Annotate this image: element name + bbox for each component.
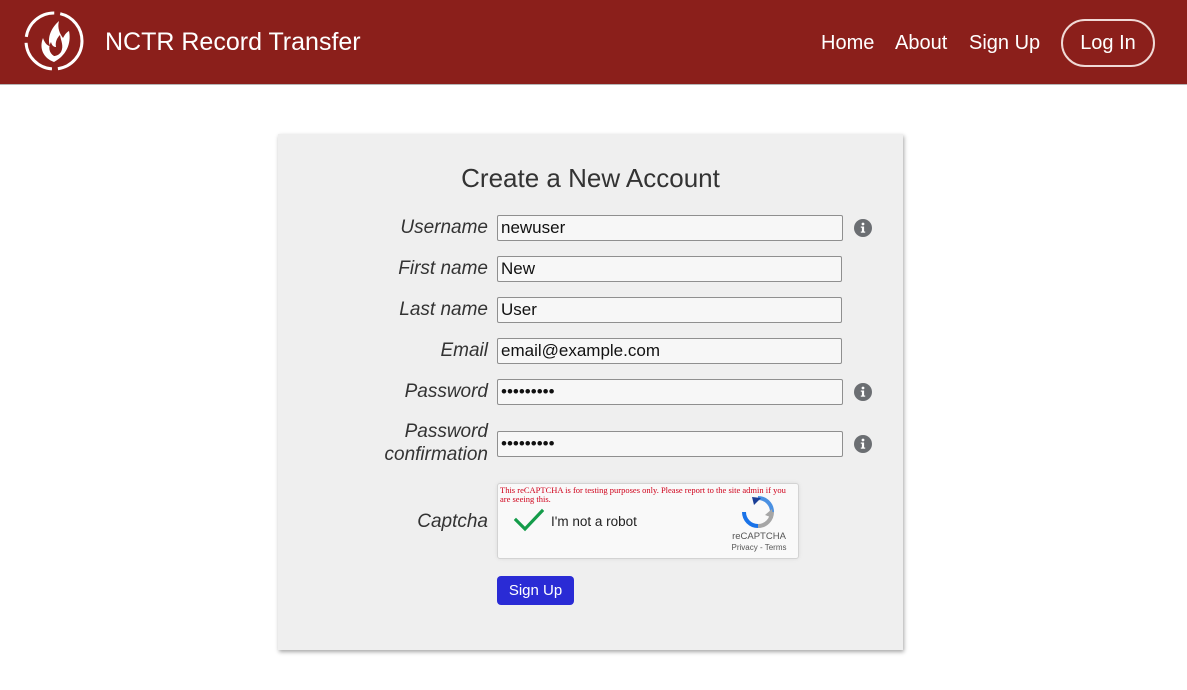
nav-home-link[interactable]: Home bbox=[821, 30, 874, 56]
captcha-label: Captcha bbox=[417, 511, 488, 532]
password-input[interactable] bbox=[497, 379, 843, 405]
recaptcha-links[interactable]: Privacy - Terms bbox=[724, 543, 794, 552]
password-confirmation-label-line1: Password bbox=[404, 421, 488, 442]
password-confirmation-label-line2: confirmation bbox=[384, 444, 489, 465]
username-label: Username bbox=[400, 217, 488, 238]
last-name-label: Last name bbox=[399, 299, 488, 320]
info-icon[interactable] bbox=[854, 219, 872, 237]
nav-about-link[interactable]: About bbox=[895, 30, 947, 56]
info-icon[interactable] bbox=[854, 435, 872, 453]
log-in-button[interactable]: Log In bbox=[1061, 19, 1155, 67]
recaptcha-brand: reCAPTCHA bbox=[732, 531, 786, 542]
checkmark-icon[interactable] bbox=[514, 508, 544, 532]
site-header: NCTR Record Transfer Home About Sign Up … bbox=[0, 0, 1187, 85]
recaptcha-widget[interactable]: This reCAPTCHA is for testing purposes o… bbox=[497, 483, 799, 559]
nav-sign-up-link[interactable]: Sign Up bbox=[969, 30, 1040, 56]
flame-logo-icon[interactable] bbox=[23, 10, 85, 72]
recaptcha-icon bbox=[742, 496, 774, 528]
password-label: Password bbox=[404, 381, 488, 402]
sign-up-submit-button[interactable]: Sign Up bbox=[497, 576, 574, 605]
email-input[interactable] bbox=[497, 338, 842, 364]
username-input[interactable] bbox=[497, 215, 843, 241]
password-confirmation-input[interactable] bbox=[497, 431, 843, 457]
page-title: Create a New Account bbox=[461, 163, 720, 193]
password-confirmation-label: Password confirmation bbox=[278, 420, 489, 466]
first-name-input[interactable] bbox=[497, 256, 842, 282]
signup-card: Create a New Account Username First name… bbox=[278, 134, 903, 650]
email-label: Email bbox=[440, 340, 488, 361]
site-title[interactable]: NCTR Record Transfer bbox=[105, 27, 361, 57]
recaptcha-checkbox-label: I'm not a robot bbox=[551, 514, 637, 529]
first-name-label: First name bbox=[398, 258, 488, 279]
info-icon[interactable] bbox=[854, 383, 872, 401]
last-name-input[interactable] bbox=[497, 297, 842, 323]
